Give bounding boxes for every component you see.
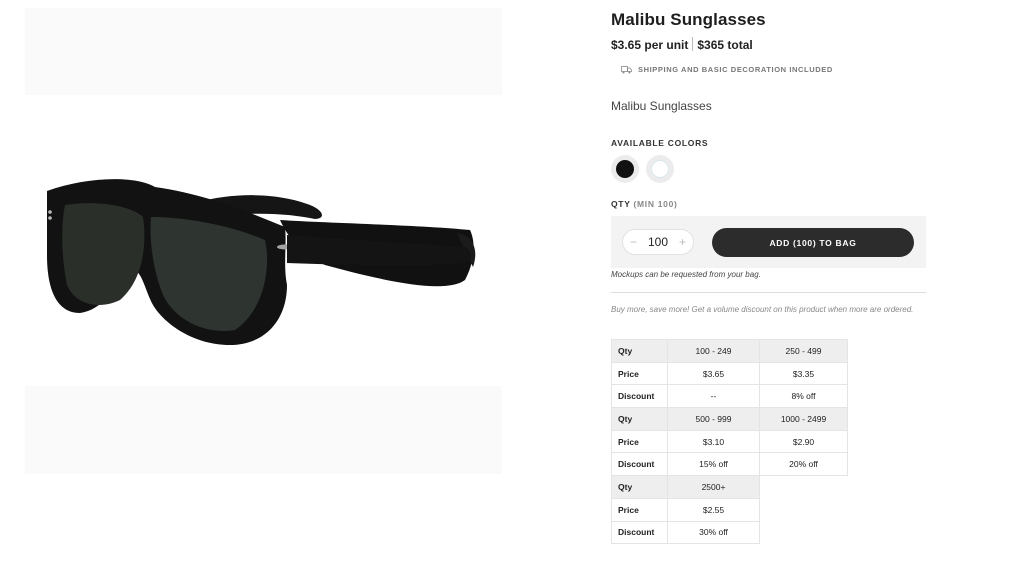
shipping-text: SHIPPING AND BASIC DECORATION INCLUDED [638, 65, 833, 74]
qty-label: QTY (MIN 100) [611, 199, 678, 209]
tier-discount: -- [667, 384, 760, 409]
available-colors-label: AVAILABLE COLORS [611, 138, 709, 148]
product-image-panel [25, 8, 502, 474]
discount-header: Discount [611, 520, 668, 545]
truck-icon [621, 65, 632, 73]
qty-header: Qty [611, 475, 668, 499]
color-swatch-white[interactable] [646, 155, 674, 183]
price-summary: $3.65 per unit $365 total [611, 37, 753, 52]
discount-header: Discount [611, 384, 668, 409]
sunglasses-image [47, 179, 476, 345]
table-row: Price $3.65 $3.35 [611, 361, 848, 386]
tier-discount: 20% off [759, 452, 848, 477]
tier-discount: 8% off [759, 384, 848, 409]
color-dot-black [616, 160, 634, 178]
color-dot-white [651, 160, 669, 178]
color-swatch-black[interactable] [611, 155, 639, 183]
table-row: Qty 100 - 249 250 - 499 [611, 339, 848, 363]
discount-header: Discount [611, 452, 668, 477]
tier-price: $2.55 [667, 497, 760, 522]
qty-header: Qty [611, 407, 668, 431]
table-row: Discount -- 8% off [611, 384, 848, 409]
empty-cell [759, 475, 848, 499]
tier-qty: 100 - 249 [667, 339, 760, 363]
total-price: $365 total [697, 38, 753, 52]
tier-qty: 250 - 499 [759, 339, 848, 363]
empty-cell [759, 521, 848, 544]
tier-price: $3.65 [667, 361, 760, 386]
unit-price: $3.65 per unit [611, 38, 689, 52]
product-title: Malibu Sunglasses [611, 10, 766, 29]
divider [611, 292, 926, 293]
qty-header: Qty [611, 339, 668, 363]
price-header: Price [611, 361, 668, 386]
add-to-bag-panel: − 100 + ADD (100) TO BAG [611, 216, 926, 268]
price-header: Price [611, 497, 668, 522]
shipping-note: SHIPPING AND BASIC DECORATION INCLUDED [621, 65, 833, 74]
table-row: Price $3.10 $2.90 [611, 429, 848, 454]
tier-qty: 1000 - 2499 [759, 407, 848, 431]
add-to-bag-button[interactable]: ADD (100) TO BAG [712, 228, 914, 257]
volume-discount-note: Buy more, save more! Get a volume discou… [611, 305, 914, 314]
increment-button[interactable]: + [679, 235, 686, 249]
tier-price: $3.35 [759, 361, 848, 386]
tier-qty: 500 - 999 [667, 407, 760, 431]
table-row: Price $2.55 [611, 497, 848, 522]
tier-qty: 2500+ [667, 475, 760, 499]
product-image [25, 95, 502, 386]
qty-label-text: QTY [611, 199, 631, 209]
decrement-button[interactable]: − [630, 235, 637, 249]
price-header: Price [611, 429, 668, 454]
tier-discount: 30% off [667, 520, 760, 545]
table-row: Qty 500 - 999 1000 - 2499 [611, 407, 848, 431]
empty-cell [759, 498, 848, 521]
qty-min-note: (MIN 100) [633, 199, 678, 209]
price-divider [692, 37, 694, 51]
table-row: Discount 30% off [611, 520, 848, 545]
quantity-stepper[interactable]: − 100 + [622, 229, 694, 255]
table-row: Discount 15% off 20% off [611, 452, 848, 477]
tier-price: $3.10 [667, 429, 760, 454]
quantity-value[interactable]: 100 [648, 235, 668, 249]
pricing-tier-table: Qty 100 - 249 250 - 499 Price $3.65 $3.3… [611, 339, 848, 545]
table-row: Qty 2500+ [611, 475, 848, 499]
tier-price: $2.90 [759, 429, 848, 454]
tier-discount: 15% off [667, 452, 760, 477]
mockups-note: Mockups can be requested from your bag. [611, 270, 761, 279]
product-description: Malibu Sunglasses [611, 99, 712, 113]
